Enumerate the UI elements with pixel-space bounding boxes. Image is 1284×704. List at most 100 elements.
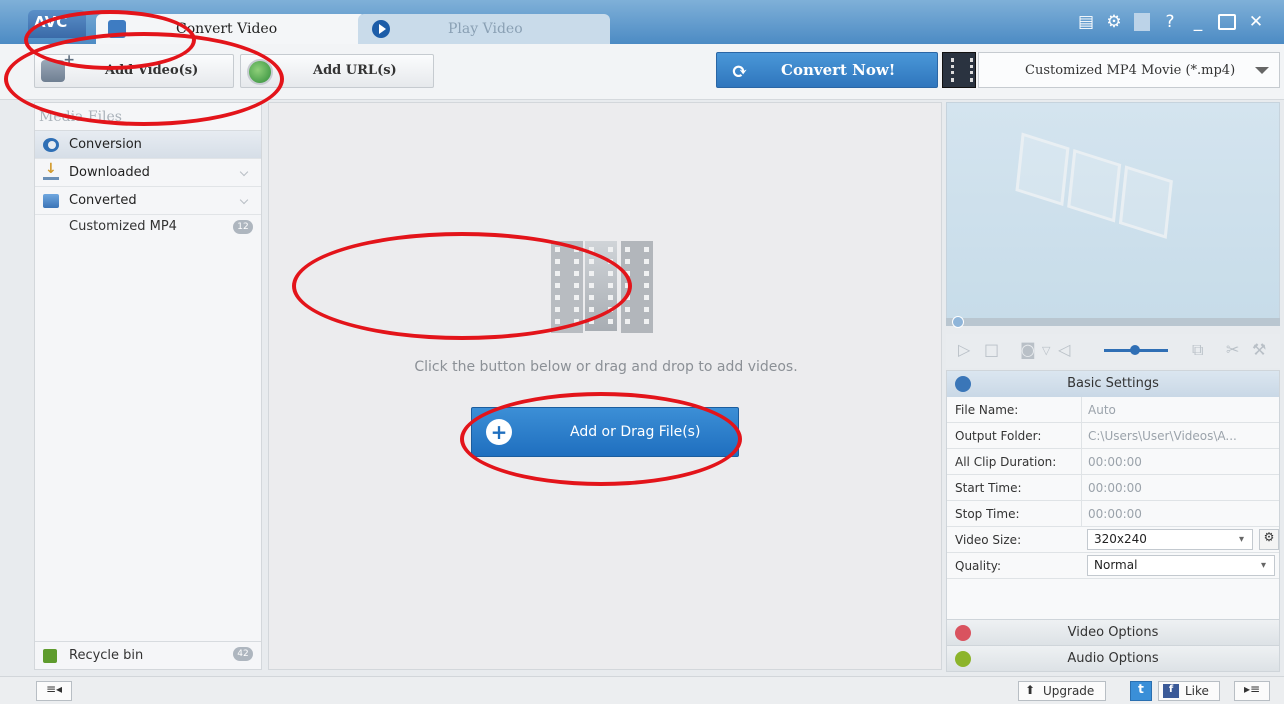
film-reel-graphic xyxy=(1013,132,1220,274)
video-preview xyxy=(946,102,1280,322)
plus-icon: + xyxy=(486,419,512,445)
sidebar-item-customized-mp4[interactable]: Customized MP4 12 xyxy=(35,215,261,239)
setting-label: Quality: xyxy=(955,559,1002,573)
play-icon[interactable]: ▷ xyxy=(958,340,970,359)
basic-settings-title: Basic Settings xyxy=(1067,376,1159,391)
maximize-button[interactable] xyxy=(1218,14,1236,30)
refresh-icon: ⟳ xyxy=(731,59,748,83)
video-options-icon xyxy=(955,625,971,641)
file-name-field[interactable]: Auto xyxy=(1081,397,1279,423)
quality-select[interactable]: Normal ▾ xyxy=(1087,555,1275,576)
like-label: Like xyxy=(1185,684,1209,698)
tab-convert-video-label: Convert Video xyxy=(176,21,278,37)
tab-play-video[interactable]: Play Video xyxy=(358,14,610,44)
seek-handle[interactable] xyxy=(952,316,964,328)
basic-settings-header[interactable]: Basic Settings xyxy=(947,371,1279,397)
upgrade-icon: ⬆ xyxy=(1025,683,1036,697)
film-frame xyxy=(1118,165,1173,239)
wrench-icon[interactable]: ⚒ xyxy=(1252,340,1266,359)
copy-icon[interactable]: ⧉ xyxy=(1192,340,1203,360)
add-url-label: Add URL(s) xyxy=(313,63,397,78)
output-profile-value: Customized MP4 Movie (*.mp4) xyxy=(1025,63,1236,78)
setting-row-start-time: Start Time: 00:00:00 xyxy=(947,475,1279,501)
sidebar-header: Media Files xyxy=(35,103,261,131)
chevron-down-icon[interactable]: ▽ xyxy=(1042,344,1050,357)
convert-now-button[interactable]: ⟳ Convert Now! xyxy=(716,52,938,88)
setting-row-duration: All Clip Duration: 00:00:00 xyxy=(947,449,1279,475)
toggle-sidebar-button[interactable]: ≡◂ xyxy=(36,681,72,701)
player-controls: ▷ □ ◙ ▽ ◁ ⧉ ✂ ⚒ xyxy=(946,334,1280,368)
twitter-icon[interactable]: t xyxy=(1130,681,1152,701)
sidebar-item-converted[interactable]: Converted xyxy=(35,187,261,215)
drop-hint: Click the button below or drag and drop … xyxy=(414,359,798,375)
setting-row-stop-time: Stop Time: 00:00:00 xyxy=(947,501,1279,527)
add-videos-button[interactable]: Add Video(s) xyxy=(34,52,234,88)
seek-bar[interactable] xyxy=(946,316,1280,328)
sidebar-item-recycle-bin[interactable]: Recycle bin 42 xyxy=(35,641,261,669)
film-strip-icon xyxy=(551,241,657,333)
film-frame xyxy=(1067,148,1122,223)
chevron-down-icon xyxy=(239,167,249,177)
window-controls: ▤ ⚙ ? _ ✕ xyxy=(1078,12,1264,32)
divider xyxy=(1134,13,1150,31)
sidebar-item-label: Customized MP4 xyxy=(69,219,177,234)
scissors-icon[interactable]: ✂ xyxy=(1226,340,1239,359)
film-strip xyxy=(585,241,617,331)
stop-icon[interactable]: □ xyxy=(984,340,999,359)
basic-settings-panel: Basic Settings File Name: Auto Output Fo… xyxy=(946,370,1280,672)
conversion-icon xyxy=(43,138,59,152)
status-bar: ≡◂ ⬆ Upgrade t f Like ▸≡ xyxy=(0,676,1284,704)
chevron-down-icon xyxy=(239,195,249,205)
film-frame xyxy=(1015,132,1070,207)
upgrade-button[interactable]: ⬆ Upgrade xyxy=(1018,681,1106,701)
convert-video-icon xyxy=(108,20,126,38)
add-video-icon xyxy=(41,52,75,82)
add-url-button[interactable]: Add URL(s) xyxy=(240,54,434,88)
toolbar: Add Video(s) Add URL(s) ⟳ Convert Now! C… xyxy=(0,44,1284,100)
stop-time-field[interactable]: 00:00:00 xyxy=(1081,501,1279,527)
volume-slider[interactable] xyxy=(1104,345,1168,355)
convert-now-label: Convert Now! xyxy=(781,61,896,79)
volume-handle[interactable] xyxy=(1130,345,1140,355)
volume-icon[interactable]: ◁ xyxy=(1058,340,1070,359)
download-icon xyxy=(43,161,59,180)
audio-options-label: Audio Options xyxy=(1067,651,1159,666)
add-or-drag-files-button[interactable]: + Add or Drag File(s) xyxy=(471,407,739,457)
chevron-down-icon xyxy=(1255,67,1269,74)
help-button[interactable]: ? xyxy=(1162,12,1178,32)
toggle-preview-button[interactable]: ▸≡ xyxy=(1234,681,1270,701)
audio-options-icon xyxy=(955,651,971,667)
tab-convert-video[interactable]: Convert Video xyxy=(96,14,366,44)
sidebar-item-downloaded[interactable]: Downloaded xyxy=(35,159,261,187)
output-folder-field[interactable]: C:\Users\User\Videos\A... xyxy=(1081,423,1279,449)
film-profile-icon[interactable] xyxy=(942,52,976,88)
facebook-like-button[interactable]: f Like xyxy=(1158,681,1220,701)
settings-icon xyxy=(955,376,971,392)
start-time-field[interactable]: 00:00:00 xyxy=(1081,475,1279,501)
audio-options-header[interactable]: Audio Options xyxy=(947,645,1279,671)
folder-icon xyxy=(43,194,59,208)
minimize-button[interactable]: _ xyxy=(1190,12,1206,32)
film-strip xyxy=(551,241,583,333)
add-or-drag-label: Add or Drag File(s) xyxy=(570,424,701,440)
skin-icon[interactable]: ▤ xyxy=(1078,12,1094,32)
globe-icon xyxy=(247,59,273,85)
media-files-sidebar: Media Files Conversion Downloaded Conver… xyxy=(34,102,262,670)
tab-play-video-label: Play Video xyxy=(448,21,523,37)
sidebar-item-conversion[interactable]: Conversion xyxy=(35,131,261,159)
drop-area[interactable]: Click the button below or drag and drop … xyxy=(268,102,942,670)
output-profile-select[interactable]: Customized MP4 Movie (*.mp4) xyxy=(978,52,1280,88)
gear-icon[interactable]: ⚙ xyxy=(1106,12,1122,32)
film-strip xyxy=(621,241,653,333)
video-size-select[interactable]: 320x240 ▾ xyxy=(1087,529,1253,550)
video-options-header[interactable]: Video Options xyxy=(947,619,1279,645)
close-button[interactable]: ✕ xyxy=(1248,12,1264,32)
facebook-icon: f xyxy=(1163,684,1179,698)
video-options-label: Video Options xyxy=(1067,625,1159,640)
trash-icon xyxy=(43,649,57,663)
setting-label: All Clip Duration: xyxy=(955,455,1057,469)
title-bar: AVC Convert Video Play Video ▤ ⚙ ? _ ✕ xyxy=(0,0,1284,44)
sidebar-item-label: Converted xyxy=(69,193,137,208)
gear-icon[interactable]: ⚙ xyxy=(1259,529,1279,550)
snapshot-icon[interactable]: ◙ xyxy=(1020,340,1036,359)
